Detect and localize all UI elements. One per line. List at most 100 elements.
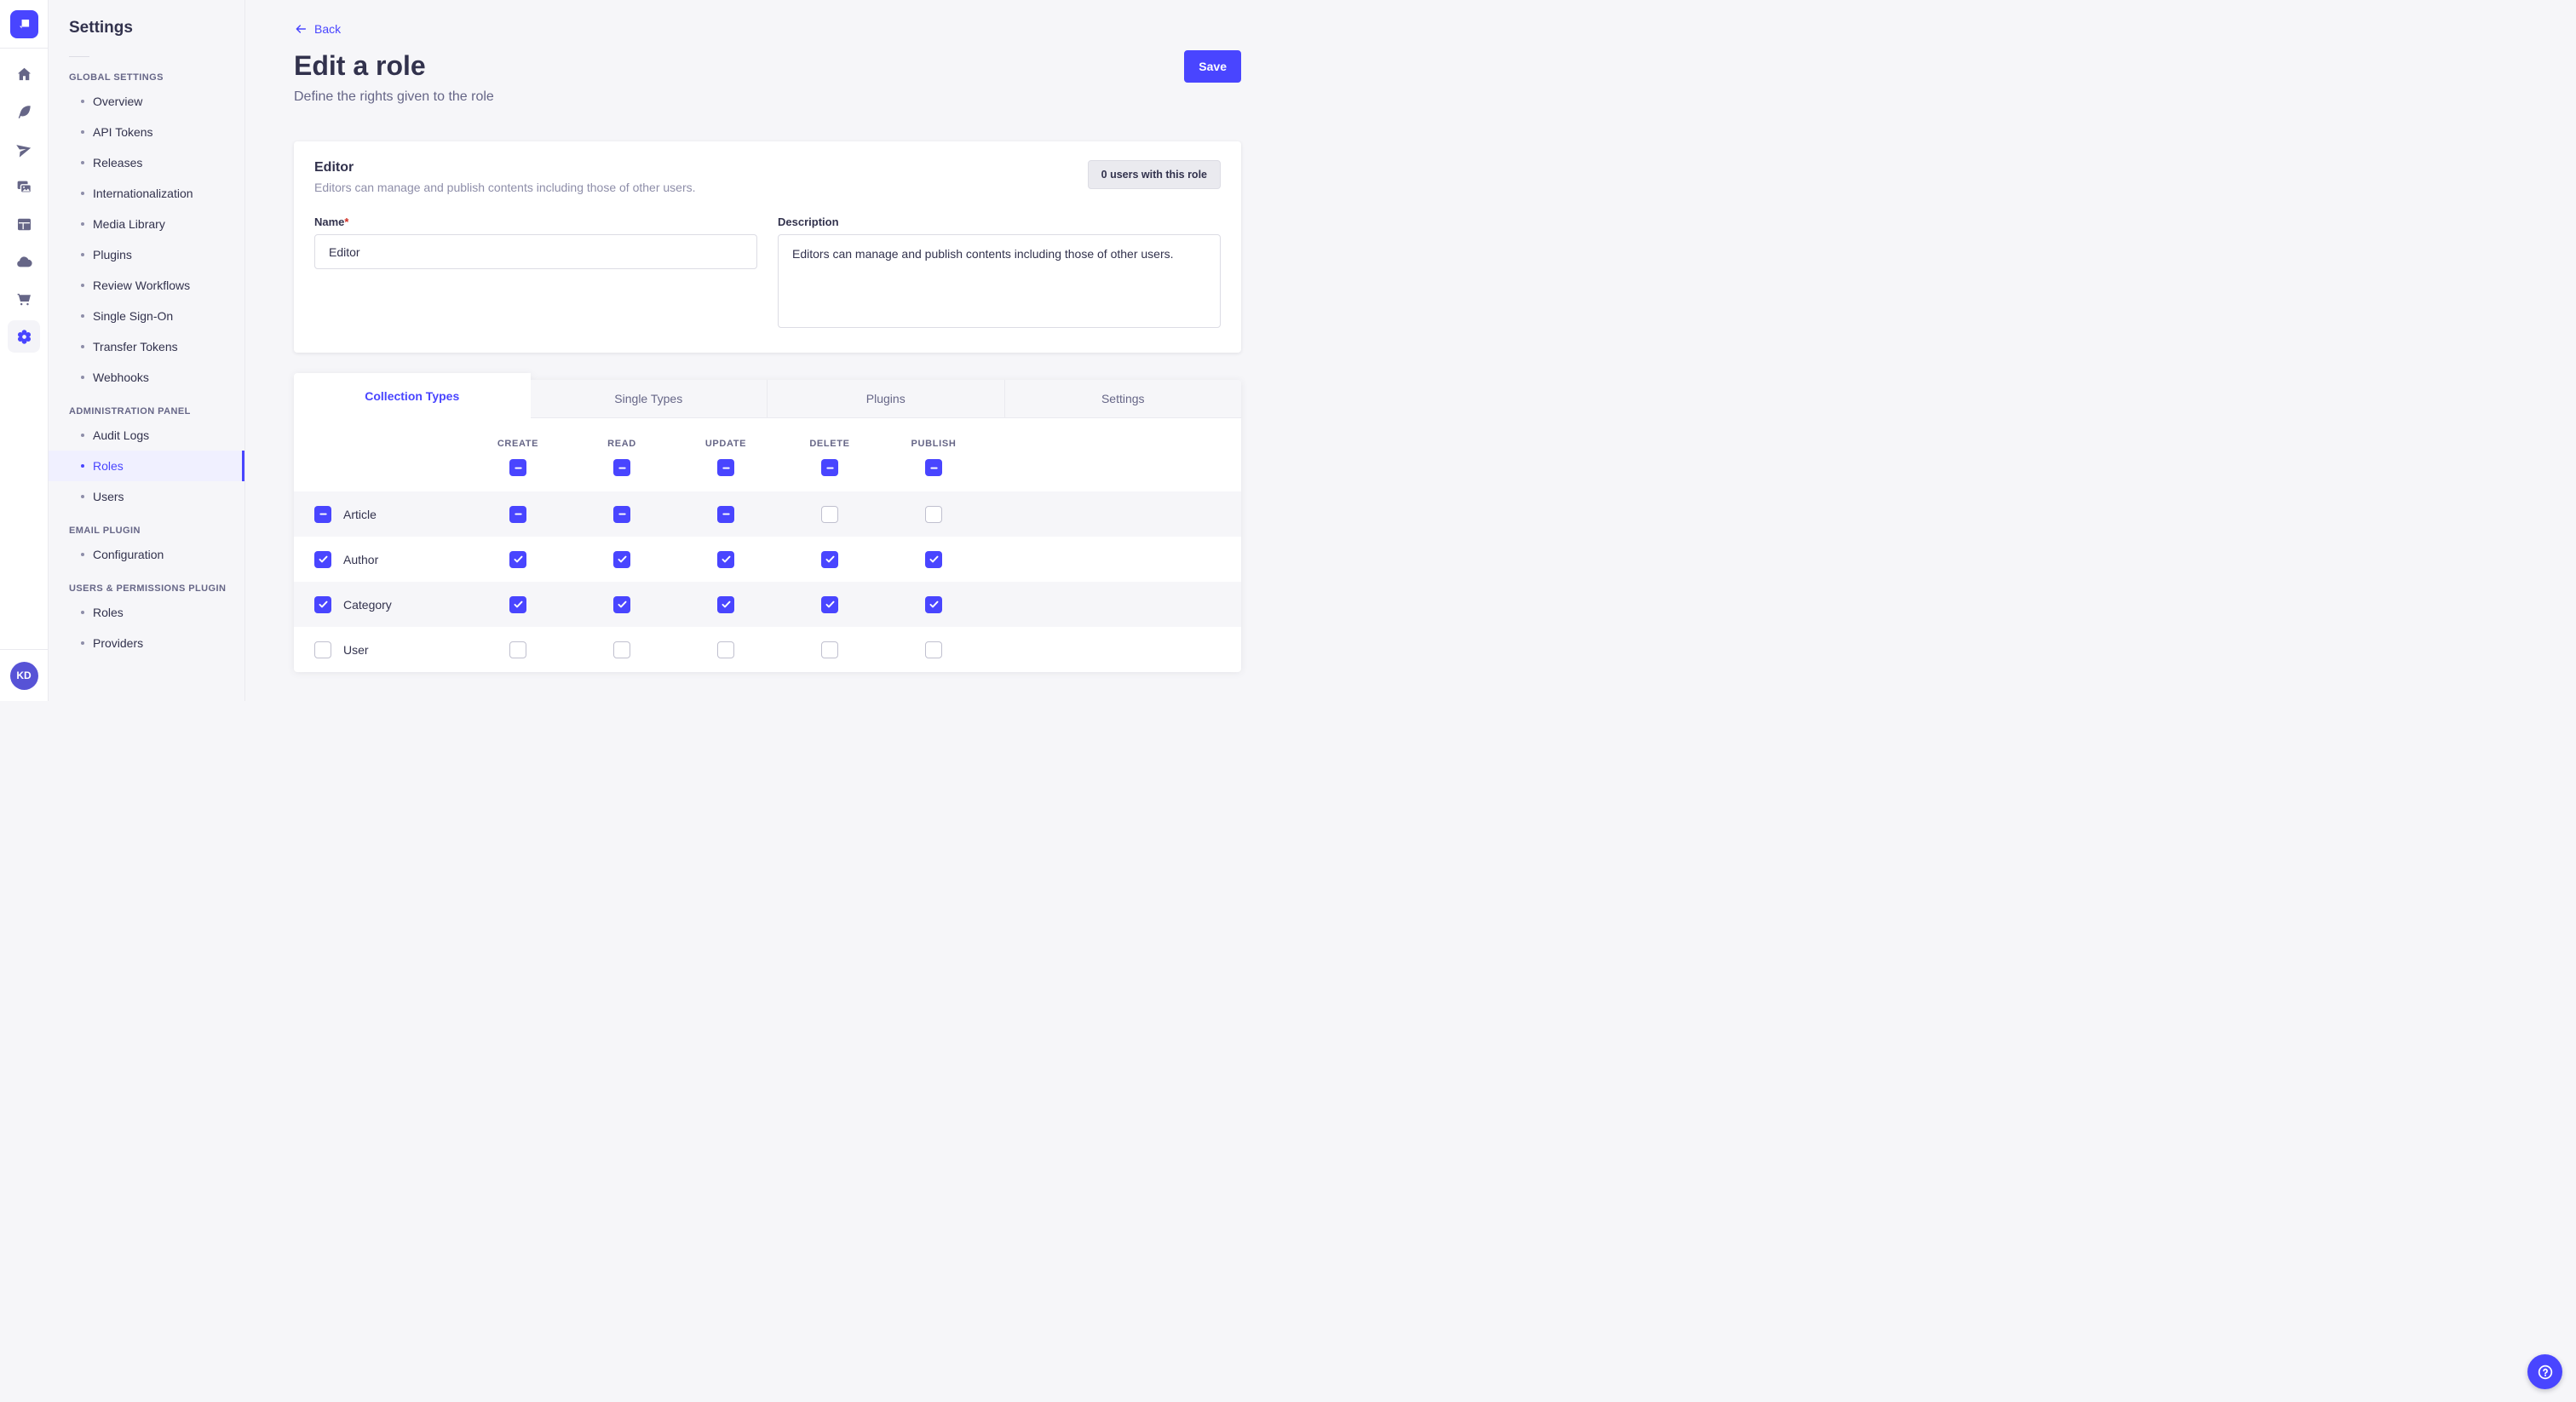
rail-button-cloud-icon[interactable] bbox=[5, 243, 43, 280]
user-publish-checkbox-unchecked[interactable] bbox=[925, 641, 942, 658]
icon-rail: KD bbox=[0, 0, 49, 701]
sidebar-item-roles[interactable]: Roles bbox=[49, 451, 244, 481]
select-all-read-checkbox-indeterminate[interactable] bbox=[613, 459, 630, 476]
user-read-checkbox-unchecked[interactable] bbox=[613, 641, 630, 658]
row-label-group: Category bbox=[314, 596, 466, 613]
article-update-checkbox-indeterminate[interactable] bbox=[717, 506, 734, 523]
author-update-checkbox-checked[interactable] bbox=[717, 551, 734, 568]
row-label-group: Author bbox=[314, 551, 466, 568]
tab-single-types[interactable]: Single Types bbox=[531, 380, 768, 418]
permission-cell bbox=[674, 506, 778, 523]
rail-button-layout-icon[interactable] bbox=[5, 205, 43, 243]
sidebar-item-label: Audit Logs bbox=[93, 428, 149, 442]
sidebar-item-label: Users bbox=[93, 490, 124, 503]
users-with-role-badge[interactable]: 0 users with this role bbox=[1088, 160, 1221, 189]
author-row-checkbox-checked[interactable] bbox=[314, 551, 331, 568]
permission-cell bbox=[674, 641, 778, 658]
author-publish-checkbox-checked[interactable] bbox=[925, 551, 942, 568]
category-publish-checkbox-checked[interactable] bbox=[925, 596, 942, 613]
sidebar-item-label: API Tokens bbox=[93, 125, 153, 139]
user-delete-checkbox-unchecked[interactable] bbox=[821, 641, 838, 658]
select-all-delete-checkbox-indeterminate[interactable] bbox=[821, 459, 838, 476]
select-all-create-checkbox-indeterminate[interactable] bbox=[509, 459, 526, 476]
sidebar-item-releases[interactable]: Releases bbox=[49, 147, 244, 178]
permission-cell bbox=[882, 551, 986, 568]
back-link[interactable]: Back bbox=[294, 22, 341, 36]
content-column: Back Edit a role Save Define the rights … bbox=[294, 22, 1241, 672]
description-textarea[interactable]: Editors can manage and publish contents … bbox=[778, 234, 1221, 328]
article-read-checkbox-indeterminate[interactable] bbox=[613, 506, 630, 523]
title-row: Edit a role Save bbox=[294, 50, 1241, 83]
category-delete-checkbox-checked[interactable] bbox=[821, 596, 838, 613]
sidebar-item-audit-logs[interactable]: Audit Logs bbox=[49, 420, 244, 451]
permission-cell bbox=[570, 506, 674, 523]
permission-cell bbox=[778, 459, 882, 476]
sidebar-item-label: Single Sign-On bbox=[93, 309, 173, 323]
tab-settings[interactable]: Settings bbox=[1004, 380, 1242, 418]
logo-section bbox=[0, 0, 48, 49]
strapi-logo[interactable] bbox=[10, 10, 38, 38]
sidebar-item-label: Review Workflows bbox=[93, 279, 190, 292]
rail-button-home-icon[interactable] bbox=[5, 55, 43, 93]
avatar[interactable]: KD bbox=[10, 662, 38, 690]
description-field-group: Description Editors can manage and publi… bbox=[778, 215, 1221, 332]
sidebar-item-users[interactable]: Users bbox=[49, 481, 244, 512]
permission-cell bbox=[570, 551, 674, 568]
dash-icon bbox=[824, 462, 837, 474]
rail-button-feather-icon[interactable] bbox=[5, 93, 43, 130]
article-delete-checkbox-unchecked[interactable] bbox=[821, 506, 838, 523]
article-row-checkbox-indeterminate[interactable] bbox=[314, 506, 331, 523]
bullet-icon bbox=[81, 284, 84, 287]
category-read-checkbox-checked[interactable] bbox=[613, 596, 630, 613]
sidebar-item-plugins[interactable]: Plugins bbox=[49, 239, 244, 270]
row-label-group: Article bbox=[314, 506, 466, 523]
dash-icon bbox=[928, 462, 940, 474]
author-delete-checkbox-checked[interactable] bbox=[821, 551, 838, 568]
rail-button-media-library-icon[interactable] bbox=[5, 168, 43, 205]
tab-collection-types[interactable]: Collection Types bbox=[294, 373, 531, 418]
rail-button-cart-icon[interactable] bbox=[5, 280, 43, 318]
sidebar-item-internationalization[interactable]: Internationalization bbox=[49, 178, 244, 209]
save-button[interactable]: Save bbox=[1184, 50, 1241, 83]
role-card-header: Editor Editors can manage and publish co… bbox=[314, 160, 1221, 194]
dash-icon bbox=[616, 508, 629, 520]
sidebar-item-webhooks[interactable]: Webhooks bbox=[49, 362, 244, 393]
permission-cell bbox=[674, 459, 778, 476]
rail-button-gear-icon[interactable] bbox=[8, 320, 40, 353]
sidebar-item-review-workflows[interactable]: Review Workflows bbox=[49, 270, 244, 301]
tab-plugins[interactable]: Plugins bbox=[767, 380, 1004, 418]
role-details-card: Editor Editors can manage and publish co… bbox=[294, 141, 1241, 353]
sidebar-item-api-tokens[interactable]: API Tokens bbox=[49, 117, 244, 147]
permission-cell bbox=[778, 641, 882, 658]
select-all-update-checkbox-indeterminate[interactable] bbox=[717, 459, 734, 476]
sidebar-item-overview[interactable]: Overview bbox=[49, 86, 244, 117]
sidebar-item-transfer-tokens[interactable]: Transfer Tokens bbox=[49, 331, 244, 362]
sidebar-item-label: Roles bbox=[93, 459, 124, 473]
sidebar-item-media-library[interactable]: Media Library bbox=[49, 209, 244, 239]
select-all-publish-checkbox-indeterminate[interactable] bbox=[925, 459, 942, 476]
sidebar-item-providers[interactable]: Providers bbox=[49, 628, 244, 658]
rail-button-paper-plane-icon[interactable] bbox=[5, 130, 43, 168]
bullet-icon bbox=[81, 376, 84, 379]
article-publish-checkbox-unchecked[interactable] bbox=[925, 506, 942, 523]
sidebar-item-label: Roles bbox=[93, 606, 124, 619]
help-button[interactable] bbox=[2527, 1354, 2562, 1389]
name-label: Name* bbox=[314, 215, 348, 228]
user-update-checkbox-unchecked[interactable] bbox=[717, 641, 734, 658]
user-row-checkbox-unchecked[interactable] bbox=[314, 641, 331, 658]
role-name-heading: Editor bbox=[314, 160, 696, 175]
sidebar-item-configuration[interactable]: Configuration bbox=[49, 539, 244, 570]
main-area: Back Edit a role Save Define the rights … bbox=[245, 0, 1288, 701]
author-create-checkbox-checked[interactable] bbox=[509, 551, 526, 568]
column-label-create: CREATE bbox=[466, 439, 570, 449]
sidebar-item-single-sign-on[interactable]: Single Sign-On bbox=[49, 301, 244, 331]
category-row-checkbox-checked[interactable] bbox=[314, 596, 331, 613]
category-update-checkbox-checked[interactable] bbox=[717, 596, 734, 613]
settings-sidebar: Settings GLOBAL SETTINGSOverviewAPI Toke… bbox=[49, 0, 245, 701]
article-create-checkbox-indeterminate[interactable] bbox=[509, 506, 526, 523]
sidebar-item-roles[interactable]: Roles bbox=[49, 597, 244, 628]
category-create-checkbox-checked[interactable] bbox=[509, 596, 526, 613]
author-read-checkbox-checked[interactable] bbox=[613, 551, 630, 568]
name-input[interactable] bbox=[314, 234, 757, 269]
user-create-checkbox-unchecked[interactable] bbox=[509, 641, 526, 658]
